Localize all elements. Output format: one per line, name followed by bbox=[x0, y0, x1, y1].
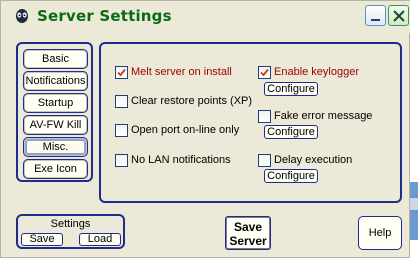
checkmark-icon bbox=[117, 68, 126, 77]
sidebar-item-startup[interactable]: Startup bbox=[24, 94, 87, 112]
checkmark-icon bbox=[260, 68, 269, 77]
delay-execution-label: Delay execution bbox=[274, 154, 353, 166]
background-window-edge-highlight bbox=[410, 198, 418, 210]
sidebar-item-basic[interactable]: Basic bbox=[24, 50, 87, 68]
save-server-line2: Server bbox=[229, 234, 267, 248]
clear-restore-checkbox[interactable] bbox=[115, 95, 128, 108]
save-server-button[interactable]: Save Server bbox=[225, 216, 271, 250]
fake-error-checkbox[interactable] bbox=[258, 110, 271, 123]
no-lan-checkbox[interactable] bbox=[115, 154, 128, 167]
minimize-button[interactable] bbox=[365, 5, 386, 26]
server-settings-window: Server Settings Basic Notifications Star… bbox=[0, 0, 411, 258]
sidebar-item-notifications[interactable]: Notifications bbox=[24, 72, 87, 90]
settings-load-button[interactable]: Load bbox=[79, 233, 121, 246]
settings-save-button[interactable]: Save bbox=[21, 233, 63, 246]
settings-group-title: Settings bbox=[50, 218, 91, 230]
fake-error-configure-button[interactable]: Configure bbox=[264, 125, 318, 139]
sidebar-item-av-fw-kill[interactable]: AV-FW Kill bbox=[24, 116, 87, 134]
open-port-checkbox[interactable] bbox=[115, 124, 128, 137]
clear-restore-label: Clear restore points (XP) bbox=[131, 95, 253, 107]
sidebar: Basic Notifications Startup AV-FW Kill M… bbox=[16, 42, 93, 182]
delay-execution-checkbox[interactable] bbox=[258, 154, 271, 167]
minimize-icon bbox=[371, 19, 380, 21]
sidebar-item-exe-icon[interactable]: Exe Icon bbox=[24, 160, 87, 178]
save-server-line1: Save bbox=[233, 220, 263, 234]
help-button[interactable]: Help bbox=[358, 216, 402, 250]
window-title: Server Settings bbox=[37, 7, 172, 25]
delay-execution-configure-button[interactable]: Configure bbox=[264, 169, 318, 183]
enable-keylogger-label: Enable keylogger bbox=[274, 66, 360, 78]
keylogger-configure-button[interactable]: Configure bbox=[264, 82, 318, 96]
settings-group: Settings Save Load bbox=[16, 214, 125, 249]
title-bar[interactable]: Server Settings bbox=[1, 1, 411, 33]
sidebar-item-misc[interactable]: Misc. bbox=[24, 138, 87, 156]
melt-server-checkbox[interactable] bbox=[115, 66, 128, 79]
open-port-label: Open port on-line only bbox=[131, 124, 240, 136]
misc-options-panel: Melt server on install Clear restore poi… bbox=[99, 42, 402, 203]
background-window-edge bbox=[410, 182, 418, 240]
close-button[interactable] bbox=[388, 5, 409, 26]
enable-keylogger-checkbox[interactable] bbox=[258, 66, 271, 79]
fake-error-label: Fake error message bbox=[274, 110, 373, 122]
alien-app-icon bbox=[16, 9, 28, 23]
no-lan-label: No LAN notifications bbox=[131, 154, 231, 166]
close-icon bbox=[393, 10, 405, 22]
melt-server-label: Melt server on install bbox=[131, 66, 232, 78]
